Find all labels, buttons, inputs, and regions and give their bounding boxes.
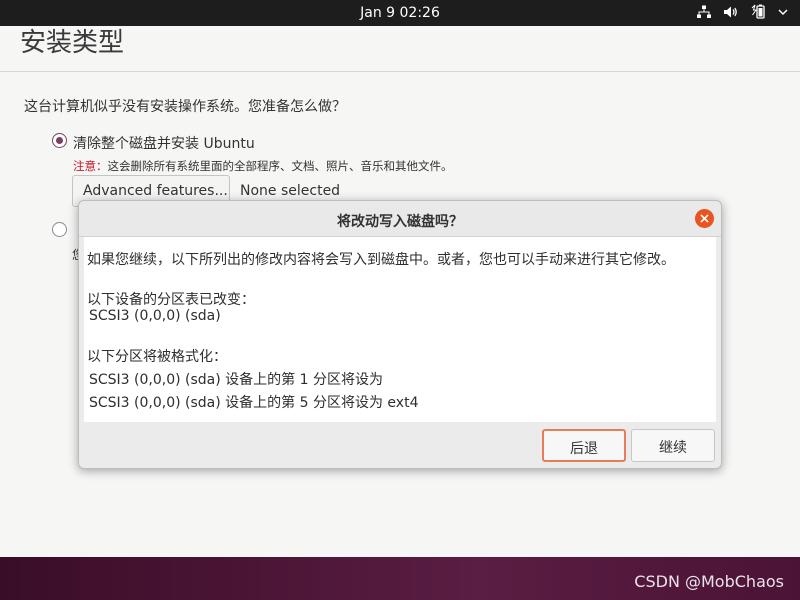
dialog-intro: 如果您继续，以下所列出的修改内容将会写入到磁盘中。或者，您也可以手动来进行其它修… (87, 252, 675, 268)
network-wired-icon[interactable] (697, 5, 711, 19)
chevron-down-icon[interactable] (778, 8, 788, 16)
format-item: SCSI3 (0,0,0) (sda) 设备上的第 5 分区将设为 ext4 (89, 395, 419, 411)
back-button[interactable]: 后退 (542, 429, 626, 462)
partition-table-device: SCSI3 (0,0,0) (sda) (89, 308, 221, 324)
format-item: SCSI3 (0,0,0) (sda) 设备上的第 1 分区将设为 (89, 372, 383, 388)
close-icon (700, 214, 709, 223)
dialog-body: 如果您继续，以下所列出的修改内容将会写入到磁盘中。或者，您也可以手动来进行其它修… (84, 237, 716, 422)
watermark: CSDN @MobChaos (634, 572, 784, 591)
system-tray[interactable] (697, 4, 788, 19)
dialog-title: 将改动写入磁盘吗？ (79, 201, 721, 237)
volume-icon[interactable] (723, 5, 738, 19)
clock[interactable]: Jan 9 02:26 (0, 5, 800, 21)
partition-table-heading: 以下设备的分区表已改变： (87, 292, 255, 308)
window-header: 安装类型 (0, 26, 800, 72)
battery-icon[interactable] (750, 4, 766, 19)
confirm-write-dialog: 将改动写入磁盘吗？ 如果您继续，以下所列出的修改内容将会写入到磁盘中。或者，您也… (78, 200, 722, 469)
page-title: 安装类型 (20, 28, 125, 58)
close-button[interactable] (695, 209, 714, 228)
erase-disk-label[interactable]: 清除整个磁盘并安装 Ubuntu (73, 133, 255, 153)
format-heading: 以下分区将被格式化： (87, 349, 227, 365)
continue-button[interactable]: 继续 (631, 429, 715, 462)
erase-disk-radio[interactable] (52, 133, 67, 148)
warning-text: 这会删除所有系统里面的全部程序、文档、照片、音乐和其他文件。 (107, 159, 453, 173)
warning-prefix: 注意： (73, 159, 108, 173)
install-question: 这台计算机似乎没有安装操作系统。您准备怎么做？ (24, 99, 346, 115)
advanced-status: None selected (240, 183, 341, 199)
other-option-radio[interactable] (52, 222, 67, 237)
erase-warning: 注意：这会删除所有系统里面的全部程序、文档、照片、音乐和其他文件。 (73, 158, 453, 174)
